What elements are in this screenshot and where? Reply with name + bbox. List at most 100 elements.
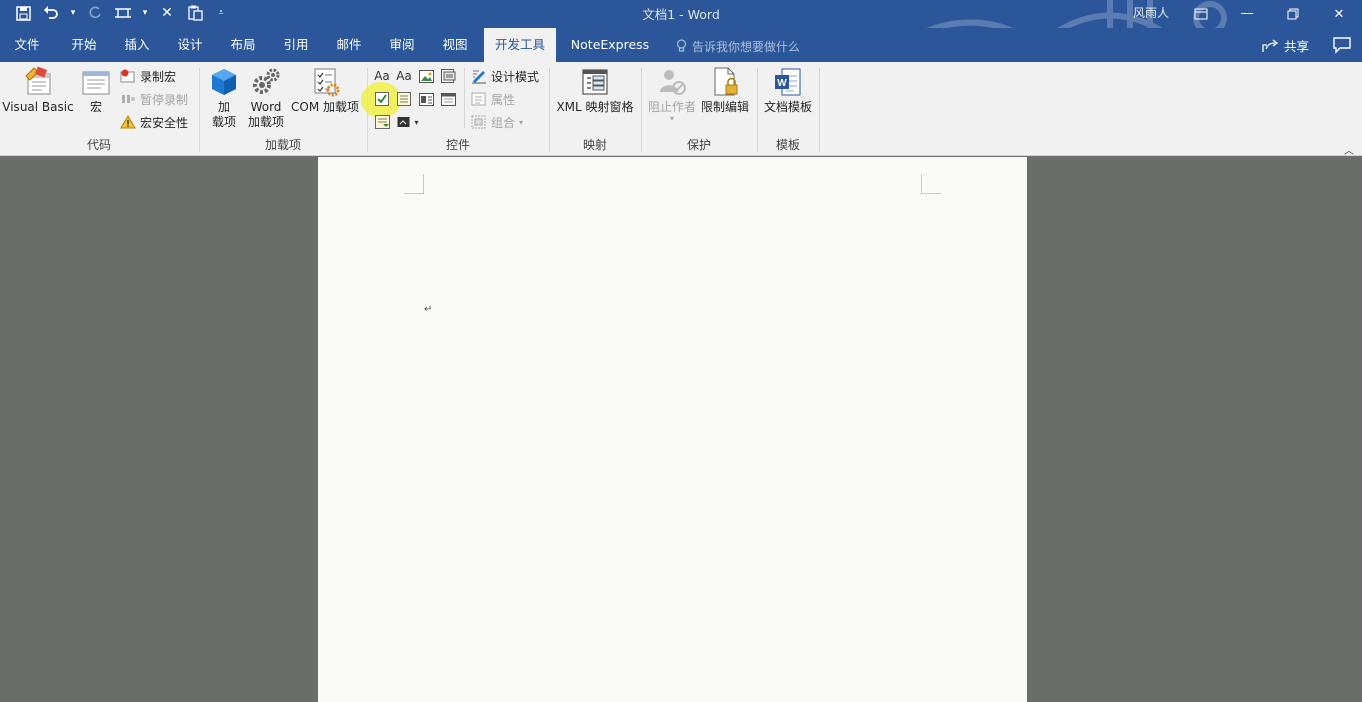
group-code: Visual Basic 宏 录制宏 暂停录制 宏安全性 代码 <box>0 62 198 156</box>
addins-icon <box>212 69 236 95</box>
com-addins-icon <box>314 68 340 97</box>
record-macro-icon <box>120 69 135 83</box>
group-code-label: 代码 <box>86 138 111 152</box>
ribbon-display-options-icon[interactable] <box>1178 0 1224 28</box>
macro-security-button[interactable]: 宏安全性 <box>120 112 188 132</box>
rich-text-content-control-icon[interactable]: Aa <box>373 67 391 85</box>
design-mode-label: 设计模式 <box>491 69 540 84</box>
group-separator <box>819 68 820 152</box>
record-macro-label: 录制宏 <box>140 69 177 84</box>
pause-icon <box>122 95 135 103</box>
com-addins-button[interactable]: COM 加载项 <box>288 66 362 115</box>
legacy-tools-icon[interactable]: ▾ <box>395 113 421 131</box>
restrict-editing-button[interactable]: 限制编辑 <box>698 66 752 115</box>
block-authors-label: 阻止作者 <box>647 100 696 114</box>
gears-icon <box>253 68 280 94</box>
group-mapping: XML 映射窗格 映射 <box>550 62 640 156</box>
tab-review[interactable]: 审阅 <box>375 28 429 62</box>
minimize-icon[interactable] <box>1224 0 1270 28</box>
macros-label: 宏 <box>89 100 102 114</box>
controls-inner-separator <box>464 68 465 128</box>
checkbox-content-control-icon[interactable] <box>373 90 391 108</box>
group-button[interactable]: 组合 ▾ <box>471 112 523 132</box>
share-button[interactable]: 共享 <box>1262 36 1309 55</box>
picture-content-control-icon[interactable] <box>417 67 435 85</box>
group-mapping-label: 映射 <box>582 138 607 152</box>
close-window-icon[interactable]: ✕ <box>1316 0 1362 28</box>
tab-home[interactable]: 开始 <box>56 28 112 62</box>
tab-developer[interactable]: 开发工具 <box>484 28 556 62</box>
ribbon-tab-bar: 文件 开始 插入 设计 布局 引用 邮件 审阅 视图 开发工具 NoteExpr… <box>0 28 1362 62</box>
record-macro-button[interactable]: 录制宏 <box>120 66 176 86</box>
group-protect-label: 保护 <box>686 138 711 152</box>
macro-security-label: 宏安全性 <box>140 115 189 130</box>
group-label: 组合 <box>491 115 516 130</box>
tab-mailings[interactable]: 邮件 <box>322 28 376 62</box>
properties-label: 属性 <box>491 92 516 107</box>
comments-icon[interactable] <box>1332 36 1352 54</box>
properties-icon <box>471 92 486 106</box>
word-document-template-icon: W <box>775 68 801 96</box>
addins-button[interactable]: 加 载项 <box>206 66 242 130</box>
group-protect: 阻止作者 ▾ 限制编辑 保护 <box>642 62 756 156</box>
xml-mapping-pane-button[interactable]: XML 映射窗格 <box>554 66 636 115</box>
document-template-label: 文档模板 <box>763 100 812 114</box>
design-mode-button[interactable]: 设计模式 <box>471 66 539 86</box>
tab-insert[interactable]: 插入 <box>110 28 164 62</box>
margin-corner-top-left <box>404 174 424 194</box>
visual-basic-button[interactable]: Visual Basic <box>2 66 74 115</box>
visual-basic-label: Visual Basic <box>2 100 74 114</box>
paragraph-mark: ↵ <box>424 304 433 315</box>
drop-down-list-content-control-icon[interactable] <box>417 90 435 108</box>
group-templates-label: 模板 <box>775 138 800 152</box>
visual-basic-icon <box>25 66 51 95</box>
xml-mapping-icon <box>582 69 608 95</box>
tab-layout[interactable]: 布局 <box>216 28 270 62</box>
tab-view[interactable]: 视图 <box>428 28 482 62</box>
word-addins-label-line2: 加载项 <box>247 115 284 129</box>
document-page[interactable]: ↵ <box>318 157 1027 702</box>
share-label: 共享 <box>1284 39 1310 54</box>
properties-button[interactable]: 属性 <box>471 89 515 109</box>
group-addins-label: 加载项 <box>264 138 301 152</box>
group-addins: 加 载项 Word 加载项 COM 加载项 加载项 <box>200 62 366 156</box>
block-authors-button[interactable]: 阻止作者 ▾ <box>646 66 698 123</box>
lightbulb-icon <box>676 39 687 52</box>
combo-box-content-control-icon[interactable] <box>395 90 413 108</box>
macros-button[interactable]: 宏 <box>78 66 114 115</box>
com-addins-label: COM 加载项 <box>291 100 359 114</box>
tell-me-placeholder: 告诉我你想要做什么 <box>692 39 801 54</box>
tab-noteexpress[interactable]: NoteExpress <box>562 28 658 62</box>
tab-references[interactable]: 引用 <box>269 28 323 62</box>
block-authors-icon <box>660 70 686 95</box>
tab-design[interactable]: 设计 <box>163 28 217 62</box>
share-icon <box>1262 38 1278 52</box>
document-template-button[interactable]: W 文档模板 <box>760 66 816 115</box>
user-name[interactable]: 风雨人 <box>1133 4 1169 21</box>
warning-icon <box>120 115 136 129</box>
pause-recording-label: 暂停录制 <box>140 92 189 107</box>
restore-icon[interactable] <box>1270 0 1316 28</box>
collapse-ribbon-icon[interactable]: ︿ <box>1344 142 1354 157</box>
macros-icon <box>82 71 110 95</box>
pause-recording-button[interactable]: 暂停录制 <box>120 89 188 109</box>
tab-file[interactable]: 文件 <box>0 28 54 62</box>
word-addins-button[interactable]: Word 加载项 <box>244 66 288 130</box>
building-block-gallery-icon[interactable] <box>439 67 457 85</box>
xml-mapping-label: XML 映射窗格 <box>556 100 634 114</box>
ribbon: Visual Basic 宏 录制宏 暂停录制 宏安全性 代码 加 载项 Wor… <box>0 62 1362 157</box>
title-bar: ▾ ▾ ✕ ⩡ 文档1 - Word 风雨人 ✕ <box>0 0 1362 62</box>
document-workspace[interactable]: ↵ <box>0 157 1362 702</box>
addins-label-line1: 加 <box>217 100 230 114</box>
repeating-section-content-control-icon[interactable] <box>373 113 391 131</box>
tell-me-search[interactable]: 告诉我你想要做什么 <box>676 37 800 55</box>
group-templates: W 文档模板 模板 <box>758 62 818 156</box>
margin-corner-top-right <box>921 174 941 194</box>
group-icon <box>471 115 486 129</box>
date-picker-content-control-icon[interactable] <box>439 90 457 108</box>
design-mode-icon <box>472 70 486 84</box>
group-controls: Aa Aa ▾ 设计模式 属性 组合 ▾ 控件 <box>361 62 548 156</box>
group-controls-label: 控件 <box>445 138 470 152</box>
addins-label-line2: 载项 <box>211 115 236 129</box>
plain-text-content-control-icon[interactable]: Aa <box>395 67 413 85</box>
